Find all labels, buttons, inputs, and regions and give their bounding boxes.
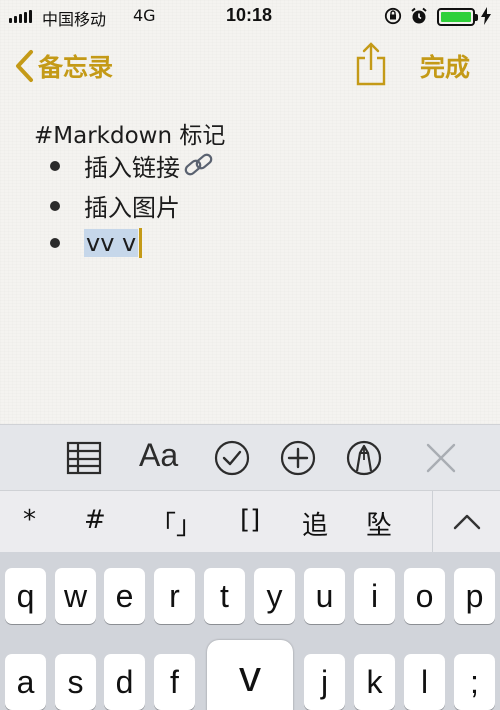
key-o[interactable]: o bbox=[404, 568, 445, 624]
suggestion-item[interactable]: 「」 bbox=[150, 505, 202, 542]
charging-bolt-icon bbox=[481, 7, 491, 25]
battery-icon bbox=[437, 8, 478, 26]
list-item-text: 插入图片 bbox=[84, 194, 180, 222]
plus-circle-icon[interactable] bbox=[279, 439, 317, 477]
share-icon[interactable] bbox=[354, 42, 388, 86]
back-button[interactable]: 备忘录 bbox=[14, 48, 113, 84]
table-icon[interactable] bbox=[66, 439, 102, 477]
suggestion-item[interactable]: [] bbox=[240, 505, 260, 535]
suggestion-item[interactable]: * bbox=[23, 505, 36, 535]
suggestion-item[interactable]: # bbox=[84, 505, 106, 535]
key-a[interactable]: a bbox=[5, 654, 46, 710]
key-e[interactable]: e bbox=[104, 568, 145, 624]
list-item[interactable]: vv v bbox=[50, 228, 143, 258]
suggestion-bar: * # 「」 [] 追 坠 bbox=[0, 490, 500, 553]
key-v-pressed[interactable]: v bbox=[207, 640, 293, 710]
close-icon[interactable] bbox=[424, 439, 458, 477]
alarm-icon bbox=[411, 7, 427, 24]
bullet-dot bbox=[50, 200, 60, 211]
signal-strength-icon bbox=[9, 10, 32, 23]
key-i[interactable]: i bbox=[354, 568, 395, 624]
key-y[interactable]: y bbox=[254, 568, 295, 624]
key-w[interactable]: w bbox=[55, 568, 96, 624]
key-t[interactable]: t bbox=[204, 568, 245, 624]
suggestion-item[interactable]: 坠 bbox=[366, 505, 392, 542]
suggestion-item[interactable]: 追 bbox=[302, 505, 328, 542]
clock: 10:18 bbox=[226, 5, 273, 25]
chevron-left-icon bbox=[16, 50, 33, 82]
bullet-dot bbox=[50, 238, 60, 248]
list-item[interactable]: 插入图片 bbox=[50, 188, 180, 223]
key-j[interactable]: j bbox=[304, 654, 345, 710]
key-q[interactable]: q bbox=[5, 568, 46, 624]
list-item[interactable]: 插入链接 bbox=[50, 148, 216, 183]
key-r[interactable]: r bbox=[154, 568, 195, 624]
note-heading[interactable]: #Markdown 标记 bbox=[34, 116, 225, 150]
carrier-name: 中国移动 bbox=[42, 10, 107, 29]
key-f[interactable]: f bbox=[154, 654, 195, 710]
chevron-up-icon[interactable] bbox=[452, 507, 482, 537]
text-style-button[interactable]: Aa bbox=[139, 437, 178, 474]
battery-tip bbox=[475, 14, 478, 21]
pen-circle-icon[interactable] bbox=[345, 439, 383, 477]
key-semicolon[interactable]: ; bbox=[454, 654, 495, 710]
status-bar: 中国移动 4G 10:18 bbox=[0, 0, 500, 34]
divider bbox=[432, 491, 433, 553]
rotation-lock-icon bbox=[384, 7, 402, 25]
done-button[interactable]: 完成 bbox=[420, 48, 470, 84]
key-d[interactable]: d bbox=[104, 654, 145, 710]
back-button-label: 备忘录 bbox=[38, 53, 114, 82]
key-k[interactable]: k bbox=[354, 654, 395, 710]
key-l[interactable]: l bbox=[404, 654, 445, 710]
checklist-icon[interactable] bbox=[213, 439, 251, 477]
key-s[interactable]: s bbox=[55, 654, 96, 710]
list-item-text: 插入链接 bbox=[84, 154, 180, 182]
selected-text[interactable]: vv v bbox=[84, 229, 139, 257]
format-toolbar: Aa bbox=[0, 424, 500, 490]
key-p[interactable]: p bbox=[454, 568, 495, 624]
link-icon bbox=[184, 153, 213, 175]
keyboard: q w e r t y u i o p a s d f v j k l ; bbox=[0, 552, 500, 710]
text-cursor bbox=[139, 228, 143, 258]
key-u[interactable]: u bbox=[304, 568, 345, 624]
bullet-dot bbox=[50, 160, 60, 171]
battery-level bbox=[441, 12, 471, 22]
network-type: 4G bbox=[133, 6, 156, 25]
